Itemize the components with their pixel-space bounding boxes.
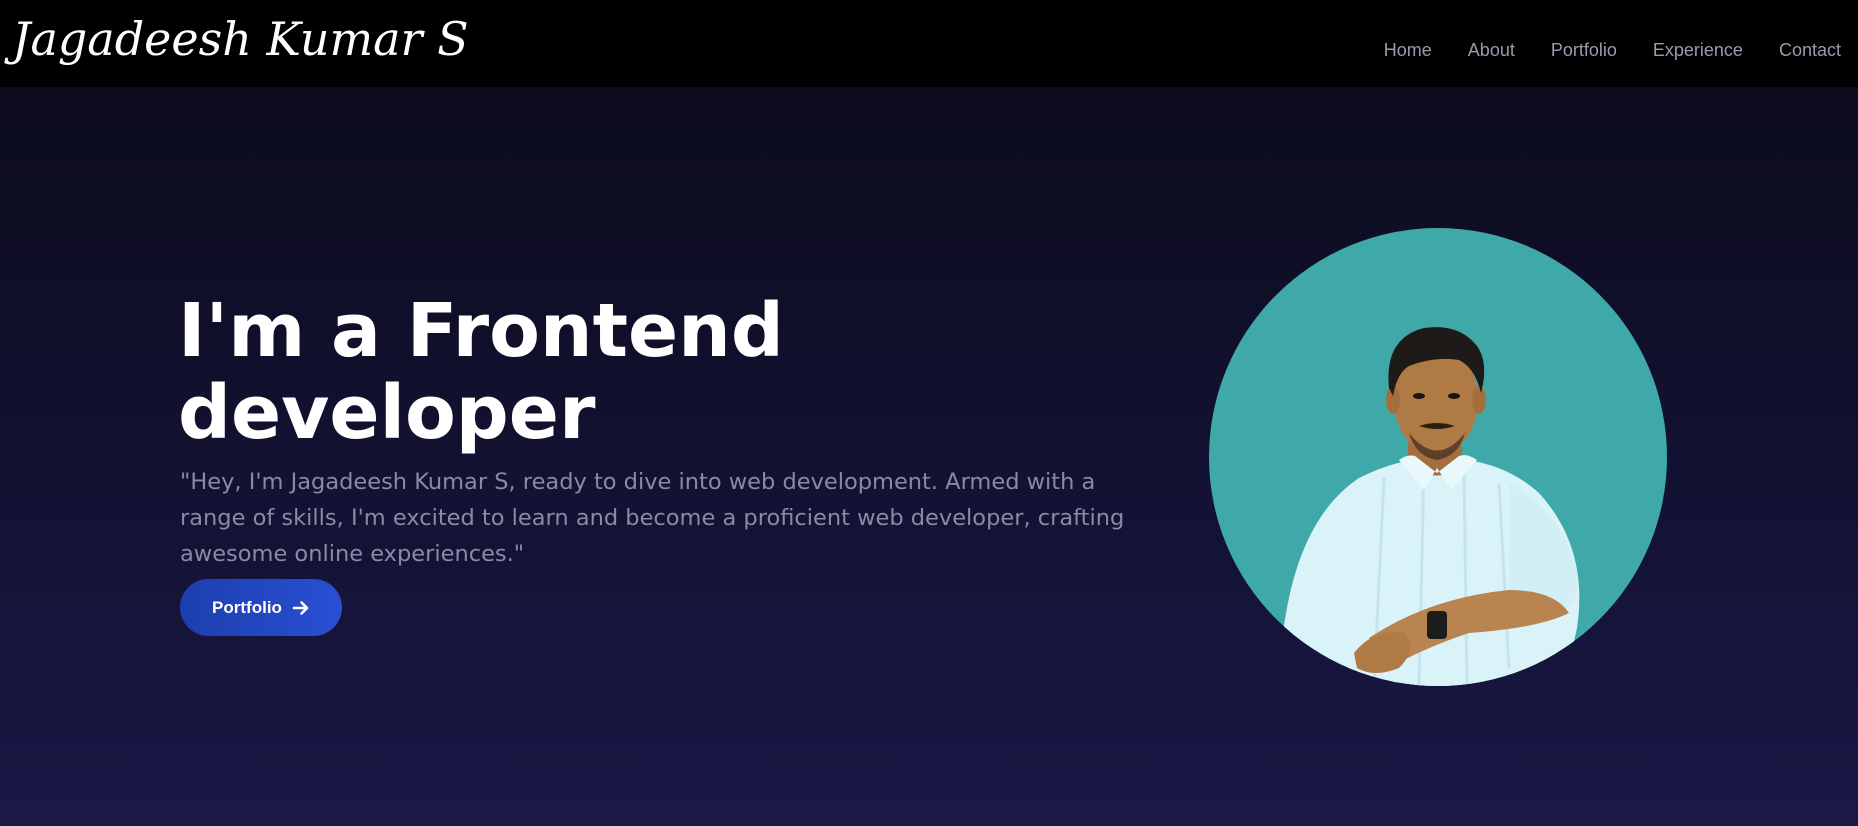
- site-logo[interactable]: Jagadeesh Kumar S: [12, 14, 469, 65]
- nav-link-home[interactable]: Home: [1384, 40, 1432, 61]
- nav-link-portfolio[interactable]: Portfolio: [1551, 40, 1617, 61]
- arrow-right-icon: [292, 599, 310, 617]
- hero-title-line-2: developer: [178, 370, 596, 456]
- hero-title-line-1: I'm a Frontend: [178, 288, 784, 374]
- top-navbar: Jagadeesh Kumar S Home About Portfolio E…: [0, 0, 1858, 87]
- nav-link-contact[interactable]: Contact: [1779, 40, 1841, 61]
- hero-title: I'm a Frontend developer: [178, 290, 978, 454]
- profile-photo-icon: [1279, 327, 1580, 686]
- main-nav: Home About Portfolio Experience Contact: [1384, 40, 1841, 61]
- profile-avatar: [1209, 228, 1667, 686]
- hero-description: "Hey, I'm Jagadeesh Kumar S, ready to di…: [180, 469, 1125, 567]
- portfolio-button-label: Portfolio: [212, 597, 282, 617]
- portfolio-button[interactable]: Portfolio: [180, 579, 342, 636]
- nav-link-experience[interactable]: Experience: [1653, 40, 1743, 61]
- nav-link-about[interactable]: About: [1468, 40, 1515, 61]
